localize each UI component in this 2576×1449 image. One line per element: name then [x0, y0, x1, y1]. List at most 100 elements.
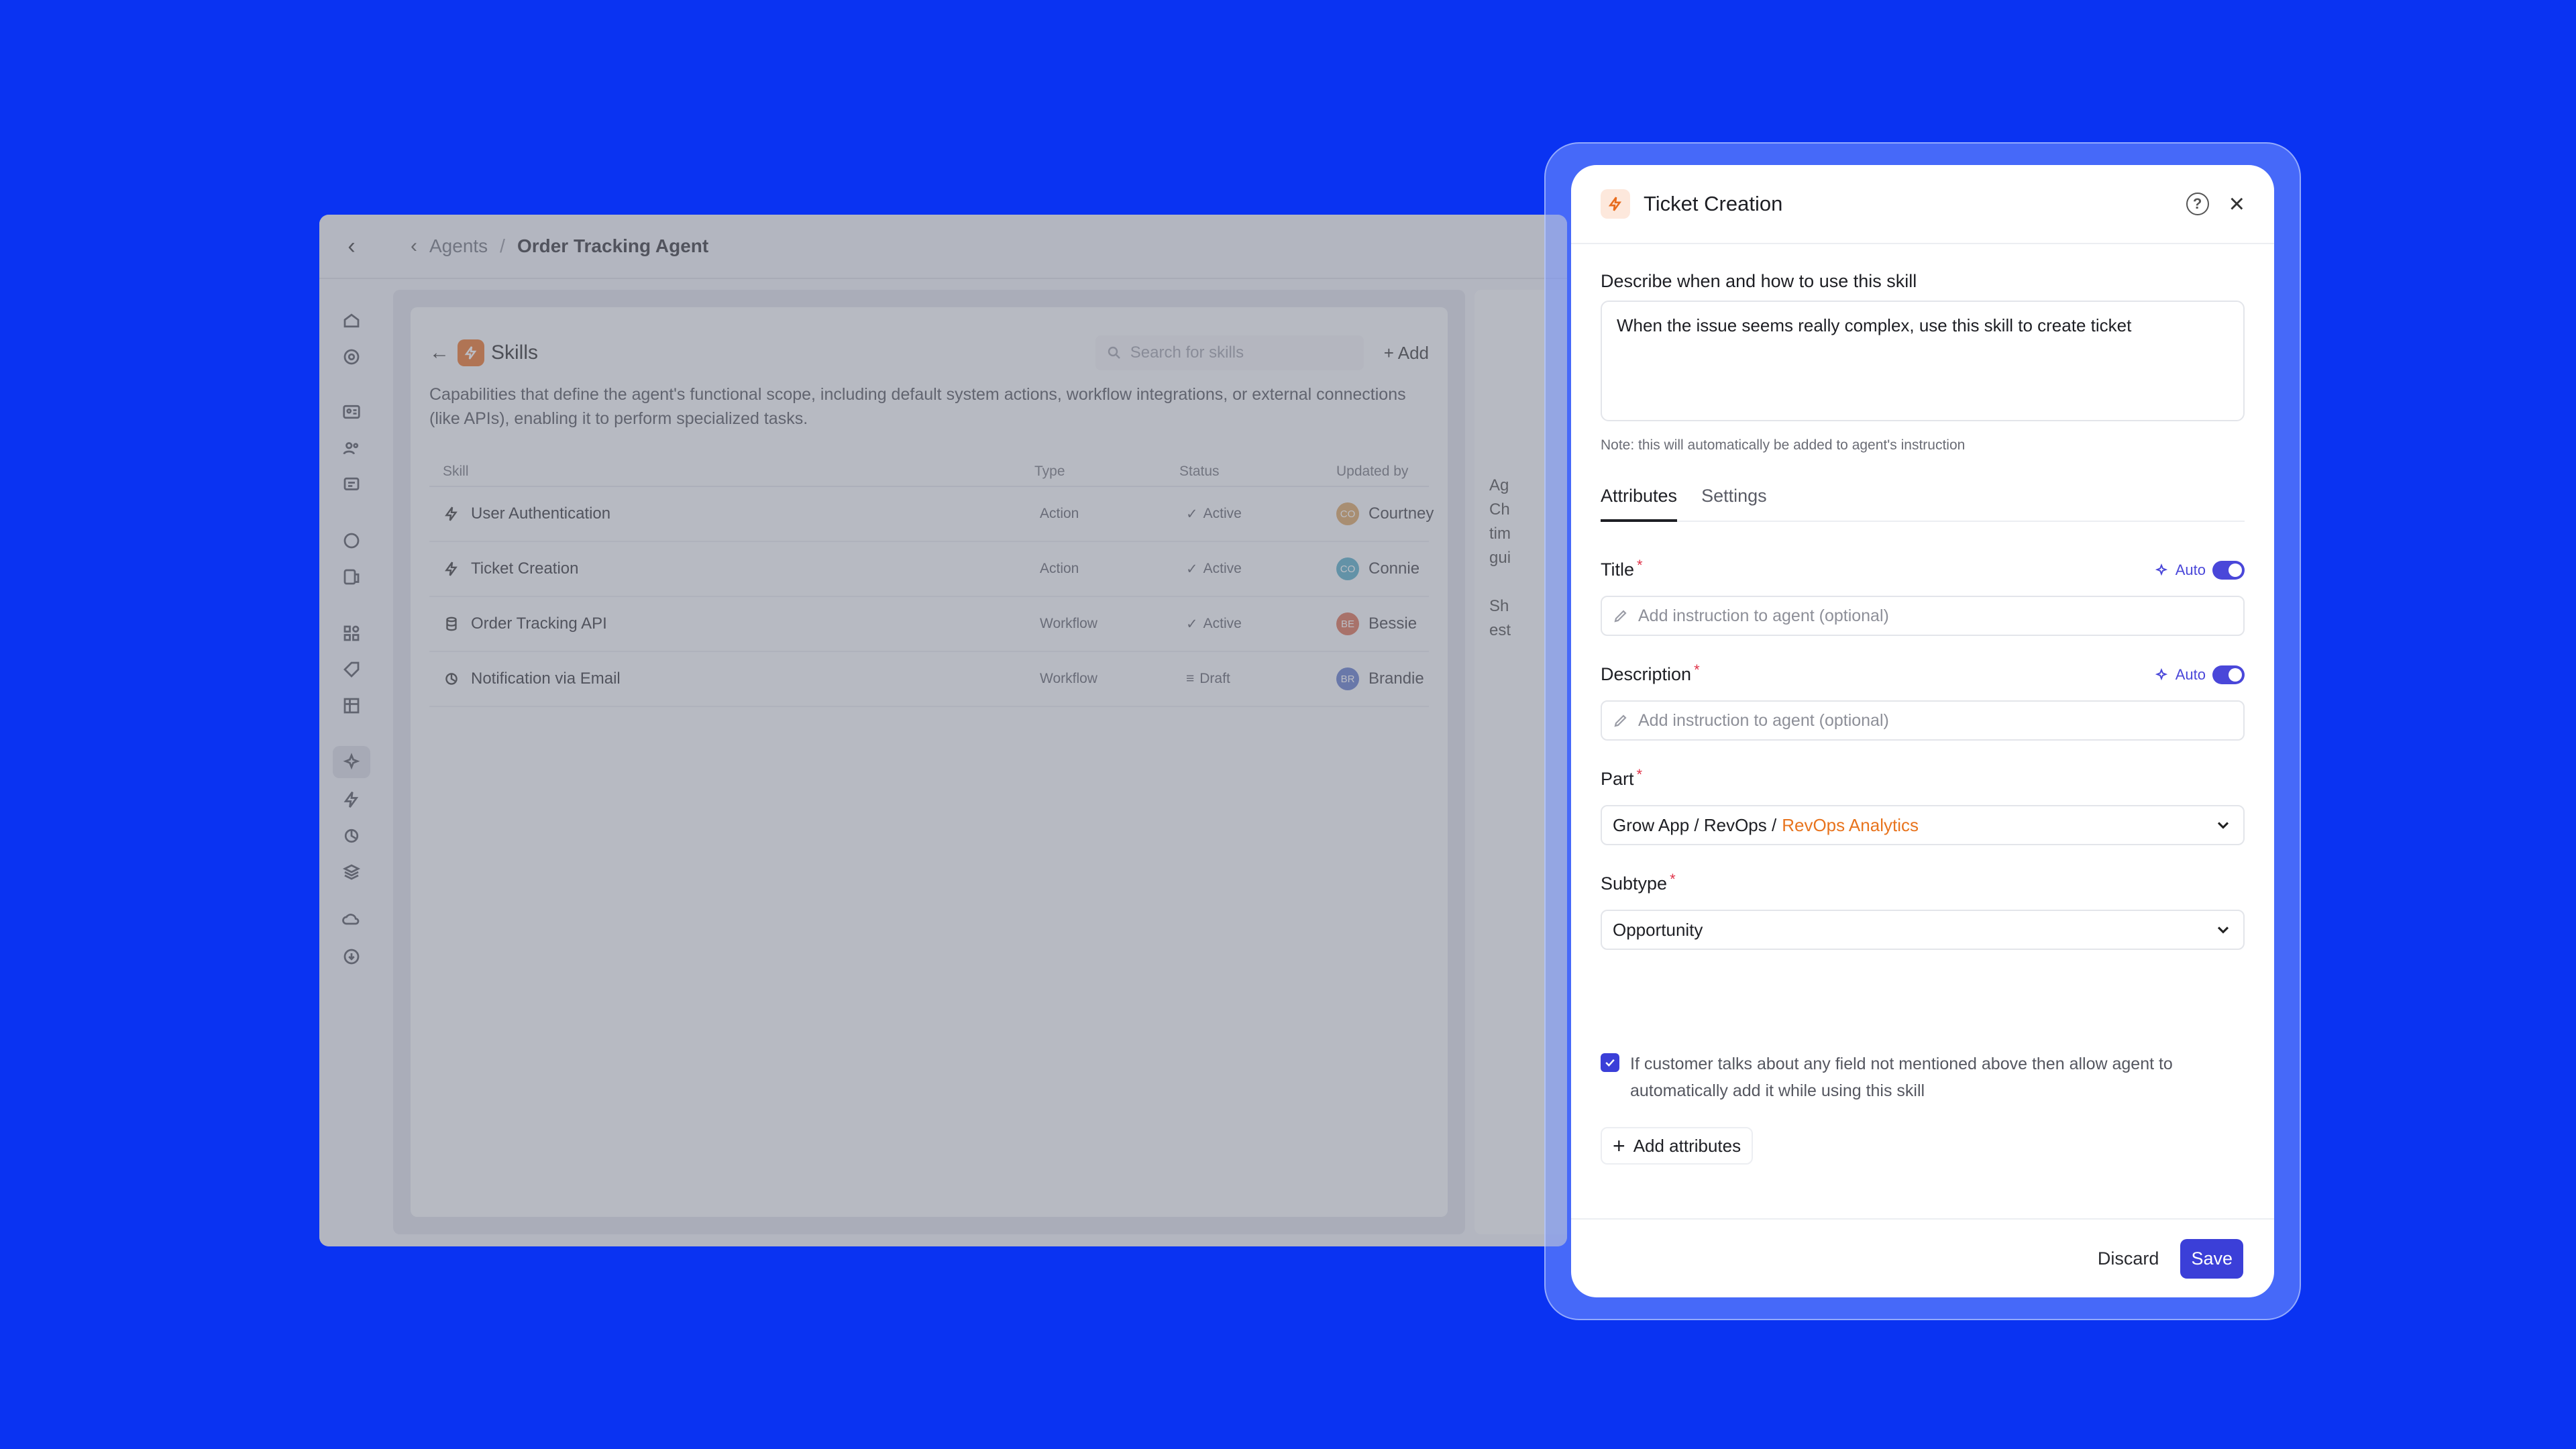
- describe-label: Describe when and how to use this skill: [1601, 271, 1917, 291]
- skill-edit-modal: Ticket Creation ? × Describe when and ho…: [1571, 165, 2274, 1297]
- title-field-header: Title * Auto: [1601, 556, 2245, 580]
- pen-icon: [1614, 714, 1627, 727]
- side-panel-line: gui: [1489, 549, 1511, 567]
- bolt-icon: [1601, 189, 1630, 219]
- nav-workflow-icon[interactable]: [338, 822, 365, 849]
- side-panel-line: tim: [1489, 525, 1511, 543]
- skill-type: Workflow: [1040, 671, 1097, 686]
- skill-type: Action: [1040, 506, 1079, 521]
- auto-add-checkbox-label: If customer talks about any field not me…: [1630, 1055, 2173, 1100]
- table-row[interactable]: Ticket Creation Action ✓ Active CO Connie: [429, 542, 1429, 597]
- avatar: BR: [1336, 667, 1359, 690]
- description-field-header: Description * Auto: [1601, 661, 2245, 685]
- add-skill-button[interactable]: + Add: [1384, 343, 1429, 364]
- nav-inbox-icon[interactable]: [338, 471, 365, 498]
- skill-status: Draft: [1199, 671, 1230, 686]
- nav-layers-icon[interactable]: [338, 859, 365, 885]
- table-row[interactable]: Order Tracking API Workflow ✓ Active BE Be…: [429, 597, 1429, 652]
- app-window: ‹ ‹ Agents / Order Tracking Agent ← Skil…: [319, 215, 1567, 1246]
- toggle-switch[interactable]: [2212, 560, 2245, 580]
- side-panel-line: est: [1489, 621, 1511, 639]
- table-row[interactable]: User Authentication Action ✓ Active CO Cou…: [429, 487, 1434, 542]
- pen-icon: [1614, 610, 1627, 623]
- required-mark: *: [1637, 556, 1643, 574]
- nav-chat-icon[interactable]: [338, 527, 365, 554]
- main-content: ← Skills Search for skills + Add Capabil…: [393, 290, 1465, 1234]
- nav-cloud-icon[interactable]: [338, 907, 365, 934]
- add-attributes-label: Add attributes: [1633, 1135, 1741, 1156]
- modal-footer: Discard Save: [1571, 1218, 2274, 1297]
- modal-header: Ticket Creation ? ×: [1571, 165, 2274, 244]
- title-label: Title *: [1601, 556, 1643, 580]
- skill-name: User Authentication: [471, 504, 611, 523]
- skills-table: Skill Type Status Updated by User Authen…: [429, 458, 1434, 707]
- subtype-value: Opportunity: [1613, 919, 1703, 940]
- top-bar: ‹ ‹ Agents / Order Tracking Agent: [319, 215, 1567, 279]
- add-attributes-button[interactable]: + Add attributes: [1601, 1127, 1754, 1165]
- nav-home-icon[interactable]: [338, 307, 365, 334]
- bolt-icon: [445, 506, 458, 521]
- discard-button[interactable]: Discard: [2094, 1239, 2163, 1279]
- chevron-left-icon[interactable]: ‹: [411, 235, 417, 258]
- column-header-status: Status: [1179, 464, 1220, 479]
- skill-status: Active: [1203, 561, 1242, 576]
- close-icon[interactable]: ×: [2229, 191, 2245, 217]
- check-icon: ✓: [1186, 561, 1198, 577]
- required-mark: *: [1670, 870, 1676, 888]
- nav-users-icon[interactable]: [338, 435, 365, 462]
- skills-card: ← Skills Search for skills + Add Capabil…: [411, 307, 1448, 1217]
- describe-textarea[interactable]: When the issue seems really complex, use…: [1601, 301, 2245, 421]
- nav-device-icon[interactable]: [338, 564, 365, 590]
- nav-tag-icon[interactable]: [338, 656, 365, 683]
- describe-note: Note: this will automatically be added t…: [1601, 437, 1966, 453]
- collapse-sidebar-button[interactable]: ‹: [319, 215, 384, 278]
- updated-by-name: Connie: [1368, 559, 1420, 578]
- side-panel-line: Sh: [1489, 597, 1509, 615]
- part-value-highlight: RevOps Analytics: [1782, 814, 1919, 835]
- part-label: Part *: [1601, 765, 1643, 790]
- avatar: CO: [1336, 557, 1359, 580]
- title-input[interactable]: Add instruction to agent (optional): [1601, 596, 2245, 636]
- breadcrumb: ‹ Agents / Order Tracking Agent: [411, 235, 708, 258]
- nav-table-icon[interactable]: [338, 692, 365, 719]
- updated-by-name: Bessie: [1368, 614, 1417, 633]
- help-icon[interactable]: ?: [2186, 193, 2209, 215]
- side-panel-line: [1489, 570, 1511, 594]
- auto-label: Auto: [2175, 665, 2206, 683]
- description-input[interactable]: Add instruction to agent (optional): [1601, 700, 2245, 741]
- nav-bolt-icon[interactable]: [338, 786, 365, 813]
- nav-rail: [319, 279, 384, 1246]
- tab-attributes[interactable]: Attributes: [1601, 479, 1678, 522]
- auto-add-checkbox[interactable]: [1601, 1053, 1619, 1072]
- skills-search-input[interactable]: Search for skills: [1095, 335, 1364, 370]
- updated-by-name: Courtney: [1368, 504, 1434, 523]
- skill-status: Active: [1203, 506, 1242, 521]
- nav-apps-icon[interactable]: [338, 620, 365, 647]
- workflow-icon: [445, 673, 458, 685]
- description-auto-toggle[interactable]: Auto: [2154, 665, 2245, 684]
- modal-title: Ticket Creation: [1644, 192, 1783, 215]
- nav-agents-icon[interactable]: [333, 746, 370, 778]
- description-placeholder: Add instruction to agent (optional): [1638, 710, 1889, 730]
- part-select[interactable]: Grow App / RevOps / RevOps Analytics: [1601, 805, 2245, 845]
- title-auto-toggle[interactable]: Auto: [2154, 560, 2245, 580]
- avatar: BE: [1336, 612, 1359, 635]
- table-row[interactable]: Notification via Email Workflow ≡ Draft B…: [429, 652, 1429, 707]
- modal-tabs: Attributes Settings: [1601, 479, 2245, 522]
- nav-contacts-icon[interactable]: [338, 398, 365, 425]
- check-icon: ✓: [1186, 616, 1198, 632]
- tab-settings[interactable]: Settings: [1701, 479, 1767, 521]
- nav-support-icon[interactable]: [338, 343, 365, 370]
- required-mark: *: [1636, 765, 1643, 783]
- part-field-header: Part *: [1601, 765, 2245, 790]
- skills-description: Capabilities that define the agent's fun…: [429, 385, 1406, 428]
- title-label-text: Title: [1601, 559, 1635, 580]
- save-button[interactable]: Save: [2180, 1238, 2243, 1279]
- skills-title: Skills: [491, 341, 539, 364]
- part-value-path: Grow App / RevOps /: [1613, 814, 1777, 835]
- breadcrumb-agents-link[interactable]: Agents: [429, 235, 488, 257]
- back-arrow-icon[interactable]: ←: [429, 341, 449, 364]
- toggle-switch[interactable]: [2212, 665, 2245, 684]
- subtype-select[interactable]: Opportunity: [1601, 910, 2245, 950]
- nav-download-icon[interactable]: [338, 943, 365, 970]
